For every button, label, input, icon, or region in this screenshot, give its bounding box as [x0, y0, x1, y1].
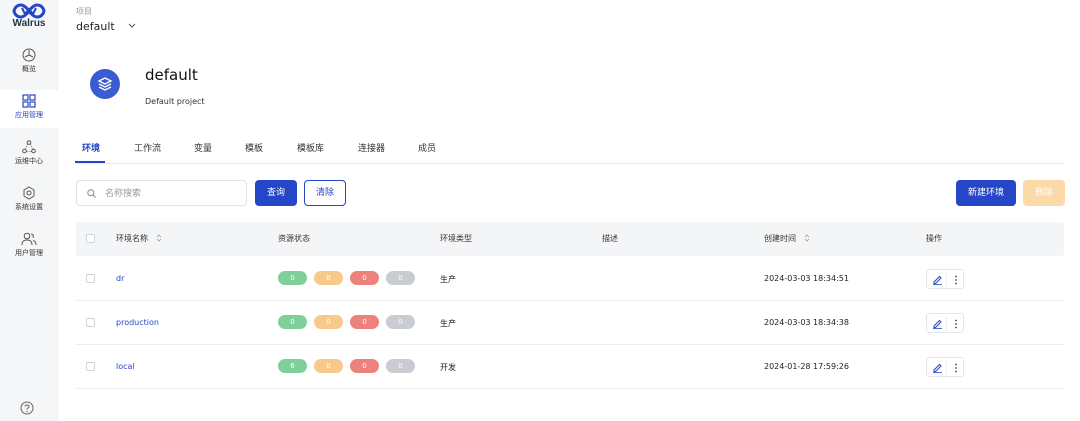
status-pill-error: 0 — [350, 271, 379, 285]
delete-button[interactable]: 删除 — [1023, 180, 1065, 206]
table-row: dr 0 0 0 0 生产 2024-03-03 18:34:51 — [76, 257, 1064, 301]
status-pill-inactive: 0 — [386, 271, 415, 285]
brand-name: Walrus — [12, 18, 46, 29]
sidebar-item-label: 运维中心 — [15, 157, 43, 165]
project-selector-value: default — [76, 20, 115, 33]
search-box[interactable] — [76, 180, 247, 206]
apps-grid-icon — [22, 94, 36, 108]
column-header-name[interactable]: 环境名称 — [116, 233, 162, 244]
status-pill-pending: 0 — [314, 315, 343, 329]
status-pill-ready: 0 — [278, 315, 307, 329]
env-name-link[interactable]: dr — [116, 274, 124, 283]
row-checkbox[interactable] — [86, 362, 95, 371]
status-pill-ready: 0 — [278, 271, 307, 285]
row-checkbox[interactable] — [86, 318, 95, 327]
status-pill-pending: 0 — [314, 271, 343, 285]
clear-button[interactable]: 清除 — [304, 180, 346, 206]
table-row: production 0 0 0 0 生产 2024-03-03 18:34:3… — [76, 301, 1064, 345]
select-all-checkbox[interactable] — [86, 234, 95, 243]
project-label: 项目 — [76, 7, 92, 16]
project-title: default — [145, 66, 198, 84]
more-vertical-icon[interactable] — [951, 273, 961, 287]
column-header-description: 描述 — [602, 234, 618, 243]
env-type: 开发 — [440, 363, 456, 372]
users-icon — [21, 232, 37, 246]
sidebar-item-system-settings[interactable]: 系统设置 — [0, 186, 58, 222]
env-name-link[interactable]: production — [116, 318, 159, 327]
help-circle-icon — [20, 401, 34, 415]
new-environment-button[interactable]: 新建环境 — [956, 180, 1016, 206]
sidebar-item-app-management[interactable]: 应用管理 — [0, 90, 58, 128]
dashboard-icon — [22, 48, 36, 62]
divider — [946, 317, 947, 331]
more-vertical-icon[interactable] — [951, 317, 961, 331]
sidebar-item-label: 系统设置 — [15, 203, 43, 211]
sidebar-item-user-management[interactable]: 用户管理 — [0, 232, 58, 268]
sort-icon — [804, 234, 809, 242]
project-avatar — [90, 69, 120, 99]
edit-icon[interactable] — [932, 362, 943, 373]
divider — [946, 273, 947, 287]
row-checkbox[interactable] — [86, 274, 95, 283]
chevron-down-icon — [128, 23, 136, 28]
column-header-actions: 操作 — [926, 234, 942, 243]
status-pill-error: 0 — [350, 315, 379, 329]
active-tab-indicator — [75, 161, 105, 163]
status-pill-ready: 6 — [278, 359, 307, 373]
env-type: 生产 — [440, 275, 456, 284]
project-selector[interactable]: default — [76, 20, 136, 33]
brand-logo[interactable]: Walrus — [0, 3, 58, 29]
sidebar-item-label: 应用管理 — [15, 111, 43, 119]
tab-variables[interactable]: 变量 — [194, 141, 212, 154]
project-description: Default project — [145, 97, 205, 106]
sidebar-item-overview[interactable]: 概览 — [0, 48, 58, 84]
help-button[interactable] — [20, 400, 34, 419]
row-actions — [926, 357, 964, 377]
created-time: 2024-03-03 18:34:51 — [764, 274, 849, 283]
table-row: local 6 0 0 0 开发 2024-01-28 17:59:26 — [76, 345, 1064, 389]
tab-bar: 环境 工作流 变量 模板 模板库 连接器 成员 — [75, 136, 1065, 164]
column-header-resource-status: 资源状态 — [278, 234, 310, 243]
edit-icon[interactable] — [932, 274, 943, 285]
sidebar-item-ops-center[interactable]: 运维中心 — [0, 140, 58, 176]
edit-icon[interactable] — [932, 318, 943, 329]
layers-icon — [97, 77, 113, 91]
sidebar: Walrus 概览 应用管理 运维中心 系统设置 用户管理 — [0, 0, 58, 421]
search-icon — [87, 189, 96, 198]
walrus-logo-icon — [12, 3, 46, 19]
query-button[interactable]: 查询 — [255, 180, 297, 206]
sort-icon — [156, 234, 161, 242]
more-vertical-icon[interactable] — [951, 361, 961, 375]
status-pill-pending: 0 — [314, 359, 343, 373]
sidebar-item-label: 用户管理 — [15, 249, 43, 257]
tab-connectors[interactable]: 连接器 — [358, 141, 385, 154]
tab-templates[interactable]: 模板 — [245, 141, 263, 154]
tab-workflows[interactable]: 工作流 — [134, 141, 161, 154]
created-time: 2024-03-03 18:34:38 — [764, 318, 849, 327]
tab-template-library[interactable]: 模板库 — [297, 141, 324, 154]
column-header-created-time[interactable]: 创建时间 — [764, 233, 810, 244]
search-input[interactable] — [105, 185, 240, 202]
ops-center-icon — [22, 140, 36, 154]
status-pill-inactive: 0 — [386, 315, 415, 329]
tab-members[interactable]: 成员 — [418, 141, 436, 154]
table-header: 环境名称 资源状态 环境类型 描述 创建时间 操作 — [76, 222, 1064, 256]
row-actions — [926, 269, 964, 289]
tab-environments[interactable]: 环境 — [82, 141, 100, 154]
status-pill-inactive: 0 — [386, 359, 415, 373]
divider — [946, 361, 947, 375]
gear-icon — [23, 186, 35, 200]
column-header-env-type: 环境类型 — [440, 234, 472, 243]
sidebar-item-label: 概览 — [22, 65, 36, 73]
created-time: 2024-01-28 17:59:26 — [764, 362, 849, 371]
env-name-link[interactable]: local — [116, 362, 135, 371]
env-type: 生产 — [440, 319, 456, 328]
row-actions — [926, 313, 964, 333]
status-pill-error: 0 — [350, 359, 379, 373]
